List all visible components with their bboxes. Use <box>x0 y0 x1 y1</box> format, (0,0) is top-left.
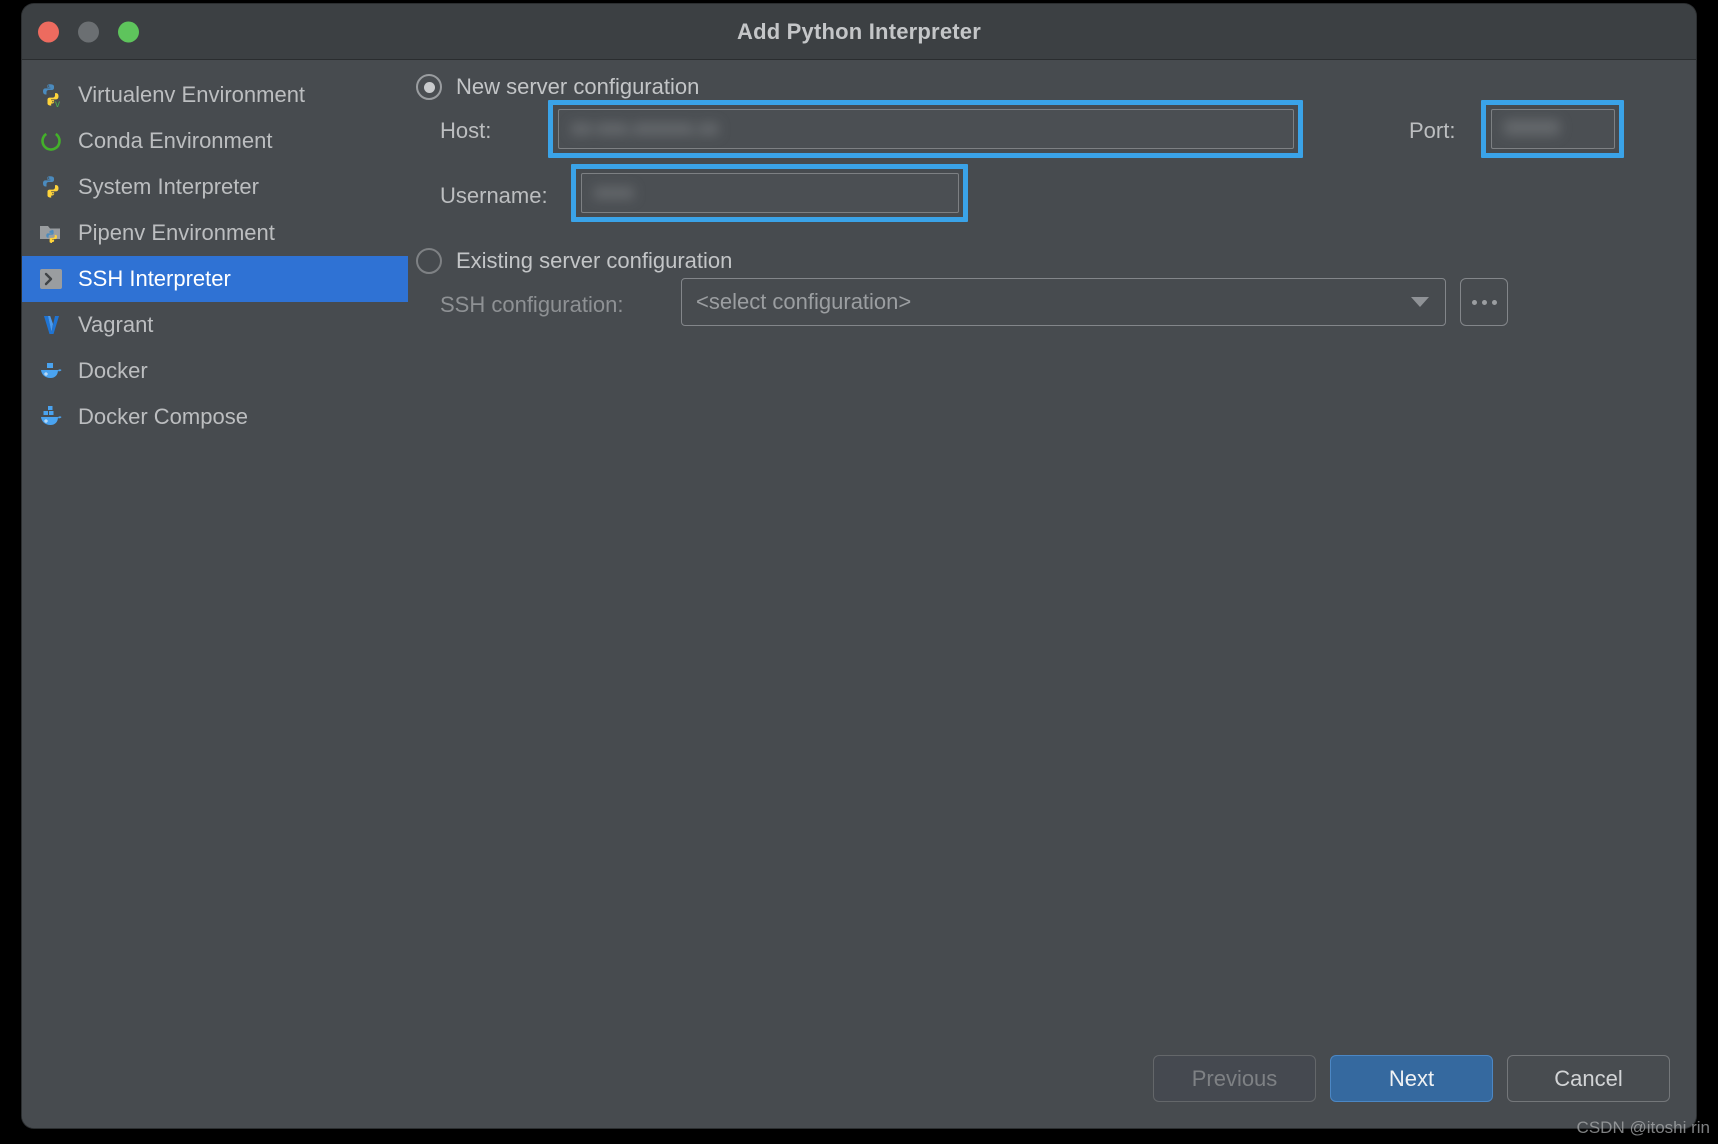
ssh-configuration-label: SSH configuration: <box>440 292 624 317</box>
sidebar-item-conda-environment[interactable]: Conda Environment <box>22 118 408 164</box>
host-input[interactable]: xx-xxx.xxxxxx.xx <box>558 109 1294 149</box>
username-value-redacted: xxxx <box>594 181 634 204</box>
port-label: Port: <box>1409 118 1456 143</box>
sidebar-item-vagrant[interactable]: Vagrant <box>22 302 408 348</box>
port-value-redacted: 00000 <box>1504 117 1560 140</box>
username-input[interactable]: xxxx <box>581 173 959 213</box>
docker-compose-icon <box>38 404 64 430</box>
conda-icon <box>38 128 64 154</box>
sidebar-item-pipenv-environment[interactable]: Pipenv Environment <box>22 210 408 256</box>
sidebar-item-label: Conda Environment <box>78 128 273 153</box>
ellipsis-dot-icon <box>1491 299 1497 305</box>
previous-button[interactable]: Previous <box>1153 1055 1316 1102</box>
cancel-button[interactable]: Cancel <box>1507 1055 1670 1102</box>
host-label: Host: <box>440 118 492 143</box>
sidebar-item-label: Vagrant <box>78 312 154 337</box>
interpreter-type-sidebar: v Virtualenv Environment Conda Environme… <box>22 60 408 1128</box>
ssh-terminal-icon <box>38 266 64 292</box>
radio-selected-icon <box>416 74 442 100</box>
ssh-configuration-value: <select configuration> <box>696 289 912 314</box>
sidebar-item-label: System Interpreter <box>78 174 259 199</box>
radio-new-server-configuration[interactable]: New server configuration <box>416 74 699 100</box>
sidebar-item-virtualenv-environment[interactable]: v Virtualenv Environment <box>22 72 408 118</box>
radio-existing-server-label: Existing server configuration <box>456 248 733 273</box>
docker-whale-icon <box>38 358 64 384</box>
sidebar-item-docker-compose[interactable]: Docker Compose <box>22 394 408 440</box>
zoom-window-icon[interactable] <box>118 21 139 42</box>
port-input[interactable]: 00000 <box>1491 109 1615 149</box>
pipenv-folder-icon <box>38 220 64 246</box>
python-icon <box>38 174 64 200</box>
window-controls <box>38 21 139 42</box>
watermark: CSDN @itoshi rin <box>1576 1118 1710 1137</box>
svg-text:v: v <box>55 99 60 108</box>
add-python-interpreter-dialog: Add Python Interpreter v Virtualenv Envi… <box>22 4 1696 1128</box>
dialog-footer: Previous Next Cancel <box>1153 1055 1670 1102</box>
dialog-body: v Virtualenv Environment Conda Environme… <box>22 60 1696 1128</box>
minimize-window-icon[interactable] <box>78 21 99 42</box>
window-title: Add Python Interpreter <box>737 18 981 44</box>
username-label: Username: <box>440 183 548 208</box>
ellipsis-dot-icon <box>1481 299 1487 305</box>
close-window-icon[interactable] <box>38 21 59 42</box>
python-virtualenv-icon: v <box>38 82 64 108</box>
sidebar-item-label: Docker <box>78 358 148 383</box>
screen: Add Python Interpreter v Virtualenv Envi… <box>0 0 1718 1144</box>
sidebar-item-label: Docker Compose <box>78 404 248 429</box>
ssh-configuration-browse-button[interactable] <box>1460 278 1508 326</box>
chevron-down-icon <box>1411 297 1429 307</box>
radio-unselected-icon <box>416 248 442 274</box>
sidebar-item-system-interpreter[interactable]: System Interpreter <box>22 164 408 210</box>
sidebar-item-label: Pipenv Environment <box>78 220 275 245</box>
sidebar-item-label: SSH Interpreter <box>78 266 231 291</box>
host-value-redacted: xx-xxx.xxxxxx.xx <box>571 117 719 140</box>
sidebar-item-label: Virtualenv Environment <box>78 82 306 107</box>
radio-new-server-label: New server configuration <box>456 74 700 99</box>
ssh-interpreter-panel: New server configuration Host: xx-xxx.xx… <box>408 60 1696 1128</box>
window-titlebar: Add Python Interpreter <box>22 4 1696 60</box>
ellipsis-dot-icon <box>1471 299 1477 305</box>
sidebar-item-docker[interactable]: Docker <box>22 348 408 394</box>
ssh-configuration-select[interactable]: <select configuration> <box>681 278 1446 326</box>
sidebar-item-ssh-interpreter[interactable]: SSH Interpreter <box>22 256 408 302</box>
vagrant-icon <box>38 312 64 338</box>
radio-existing-server-configuration[interactable]: Existing server configuration <box>416 248 732 274</box>
next-button[interactable]: Next <box>1330 1055 1493 1102</box>
